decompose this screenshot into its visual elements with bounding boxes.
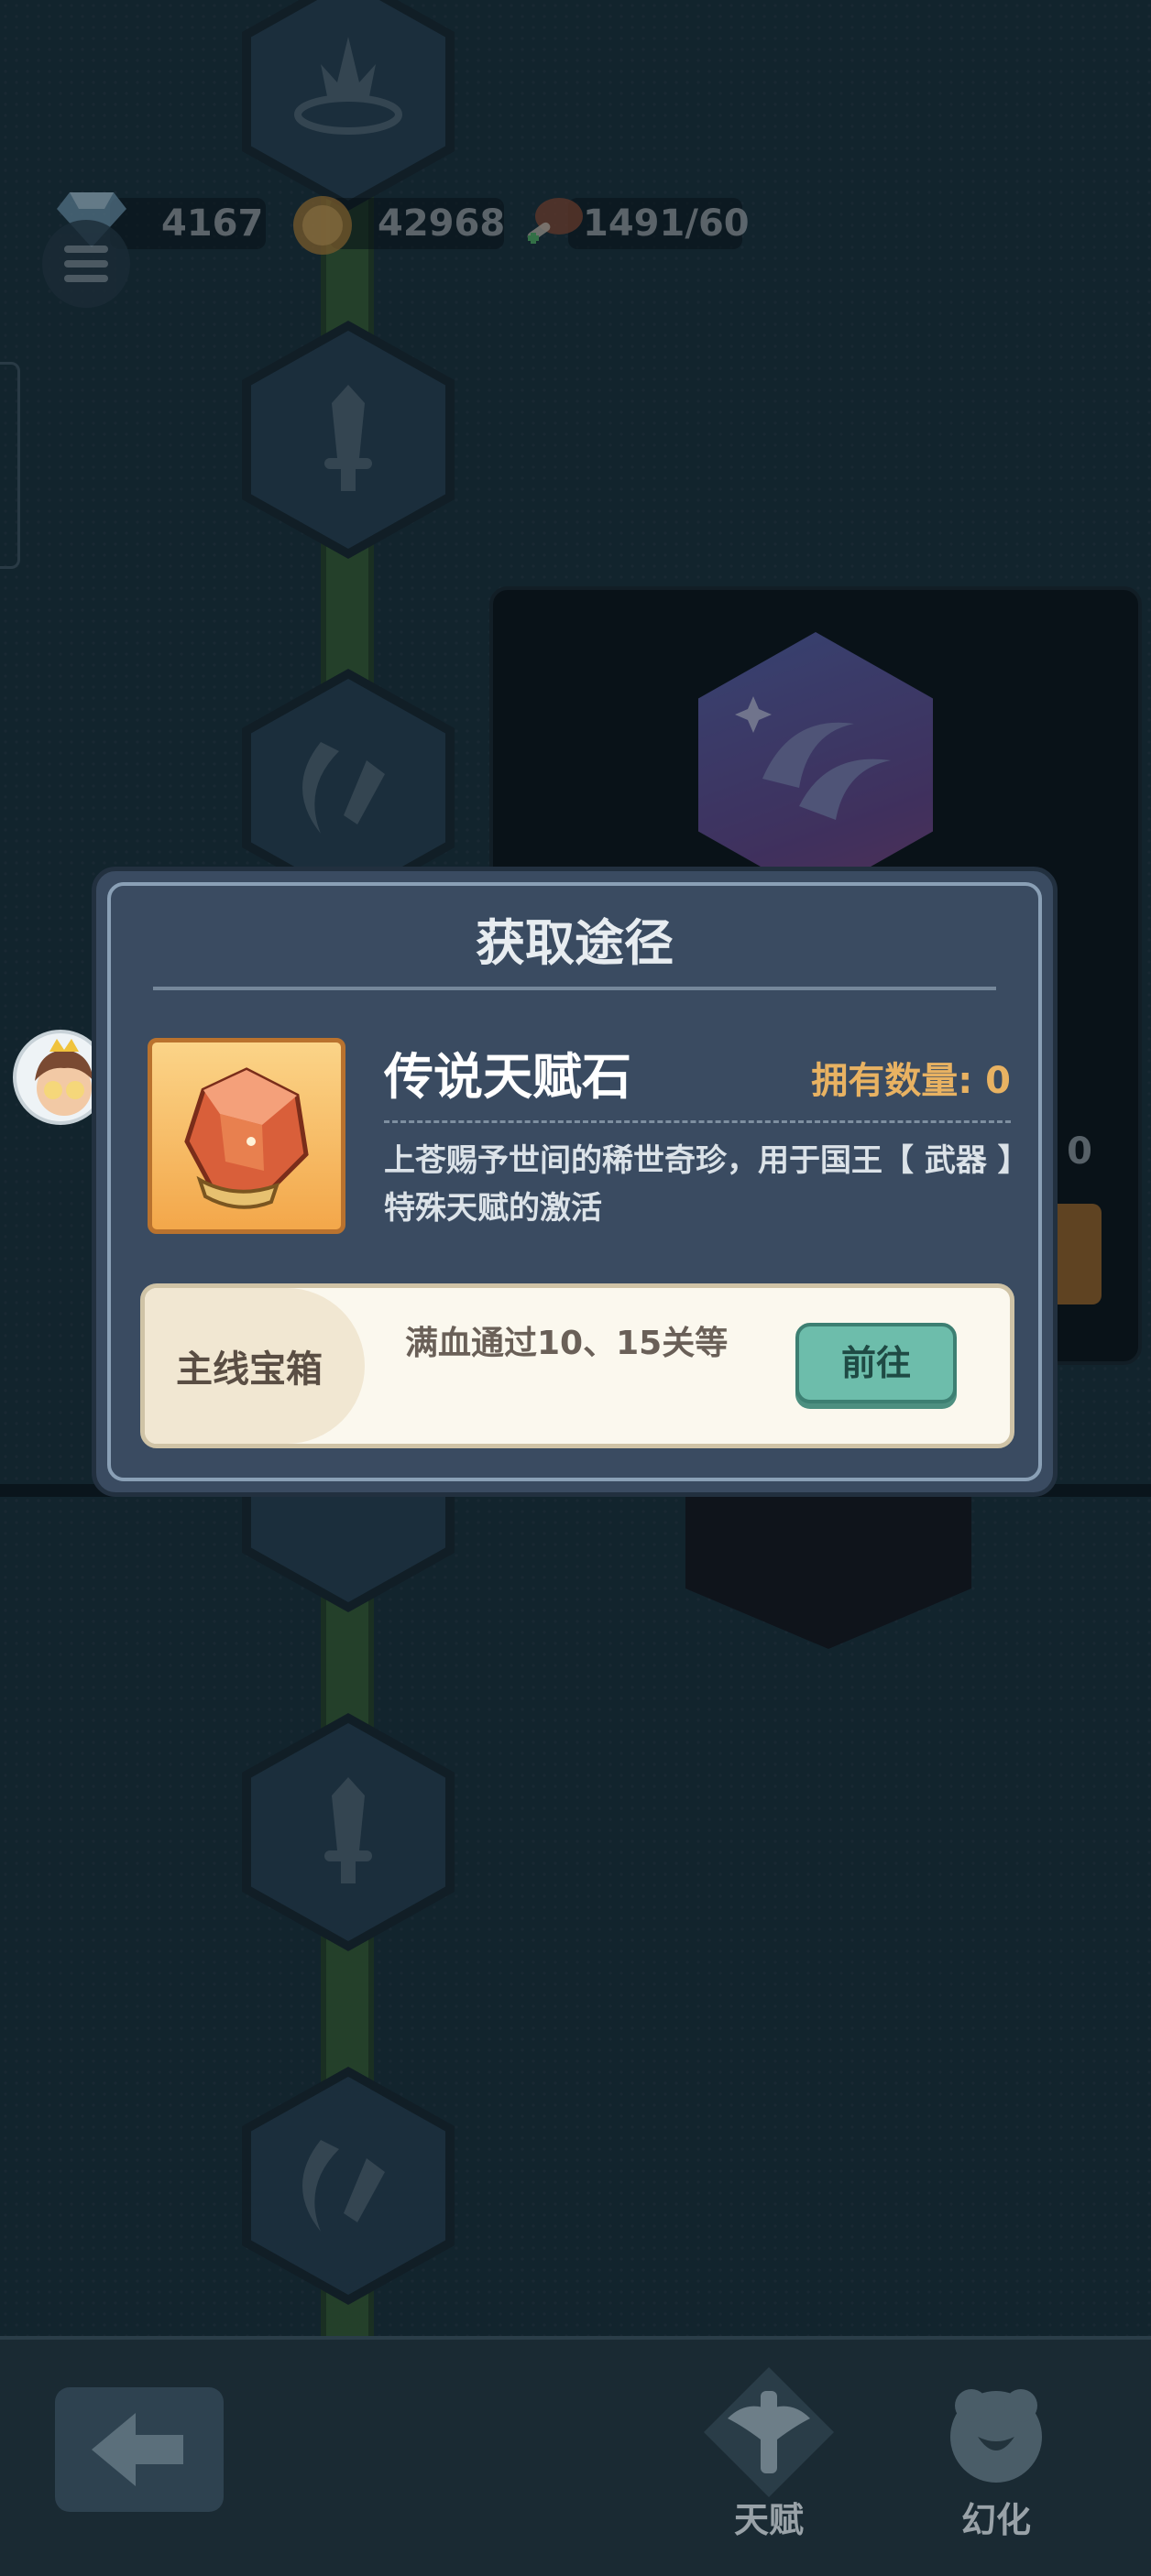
item-name: 传说天赋石 <box>384 1048 631 1106</box>
acquire-route-row: 主线宝箱 满血通过10、15关等 前往 <box>140 1283 1014 1448</box>
description-divider <box>384 1120 1011 1123</box>
owned-count-label: 拥有数量: 0 <box>811 1051 1011 1104</box>
dialog-title: 获取途径 <box>476 914 674 972</box>
go-button[interactable]: 前往 <box>795 1323 957 1403</box>
title-divider <box>153 987 996 990</box>
back-button[interactable] <box>55 2387 224 2512</box>
back-arrow-icon <box>92 2413 183 2486</box>
route-source-name: 主线宝箱 <box>176 1348 323 1391</box>
tab-illusion-label: 幻化 <box>960 2500 1031 2540</box>
illusion-tab-icon <box>950 2389 1042 2483</box>
talent-stone-item <box>148 1038 345 1234</box>
owned-label: 拥有数量: <box>811 1060 973 1102</box>
tab-illusion[interactable]: 幻化 <box>927 2363 1065 2547</box>
talent-tab-icon <box>704 2367 834 2497</box>
acquire-route-dialog: 获取途径 传说天赋石 拥有数量: 0 上苍赐予世间的稀世奇珍，用于国王【 武器 … <box>92 867 1058 1497</box>
route-condition: 满血通过10、15关等 <box>405 1325 729 1362</box>
talent-stone-icon <box>184 1067 309 1209</box>
item-description: 上苍赐予世间的稀世奇珍，用于国王【 武器 】特殊天赋的激活 <box>384 1142 1014 1227</box>
tab-talent-label: 天赋 <box>733 2500 804 2540</box>
tab-talent[interactable]: 天赋 <box>700 2363 838 2547</box>
owned-count: 0 <box>985 1060 1011 1102</box>
